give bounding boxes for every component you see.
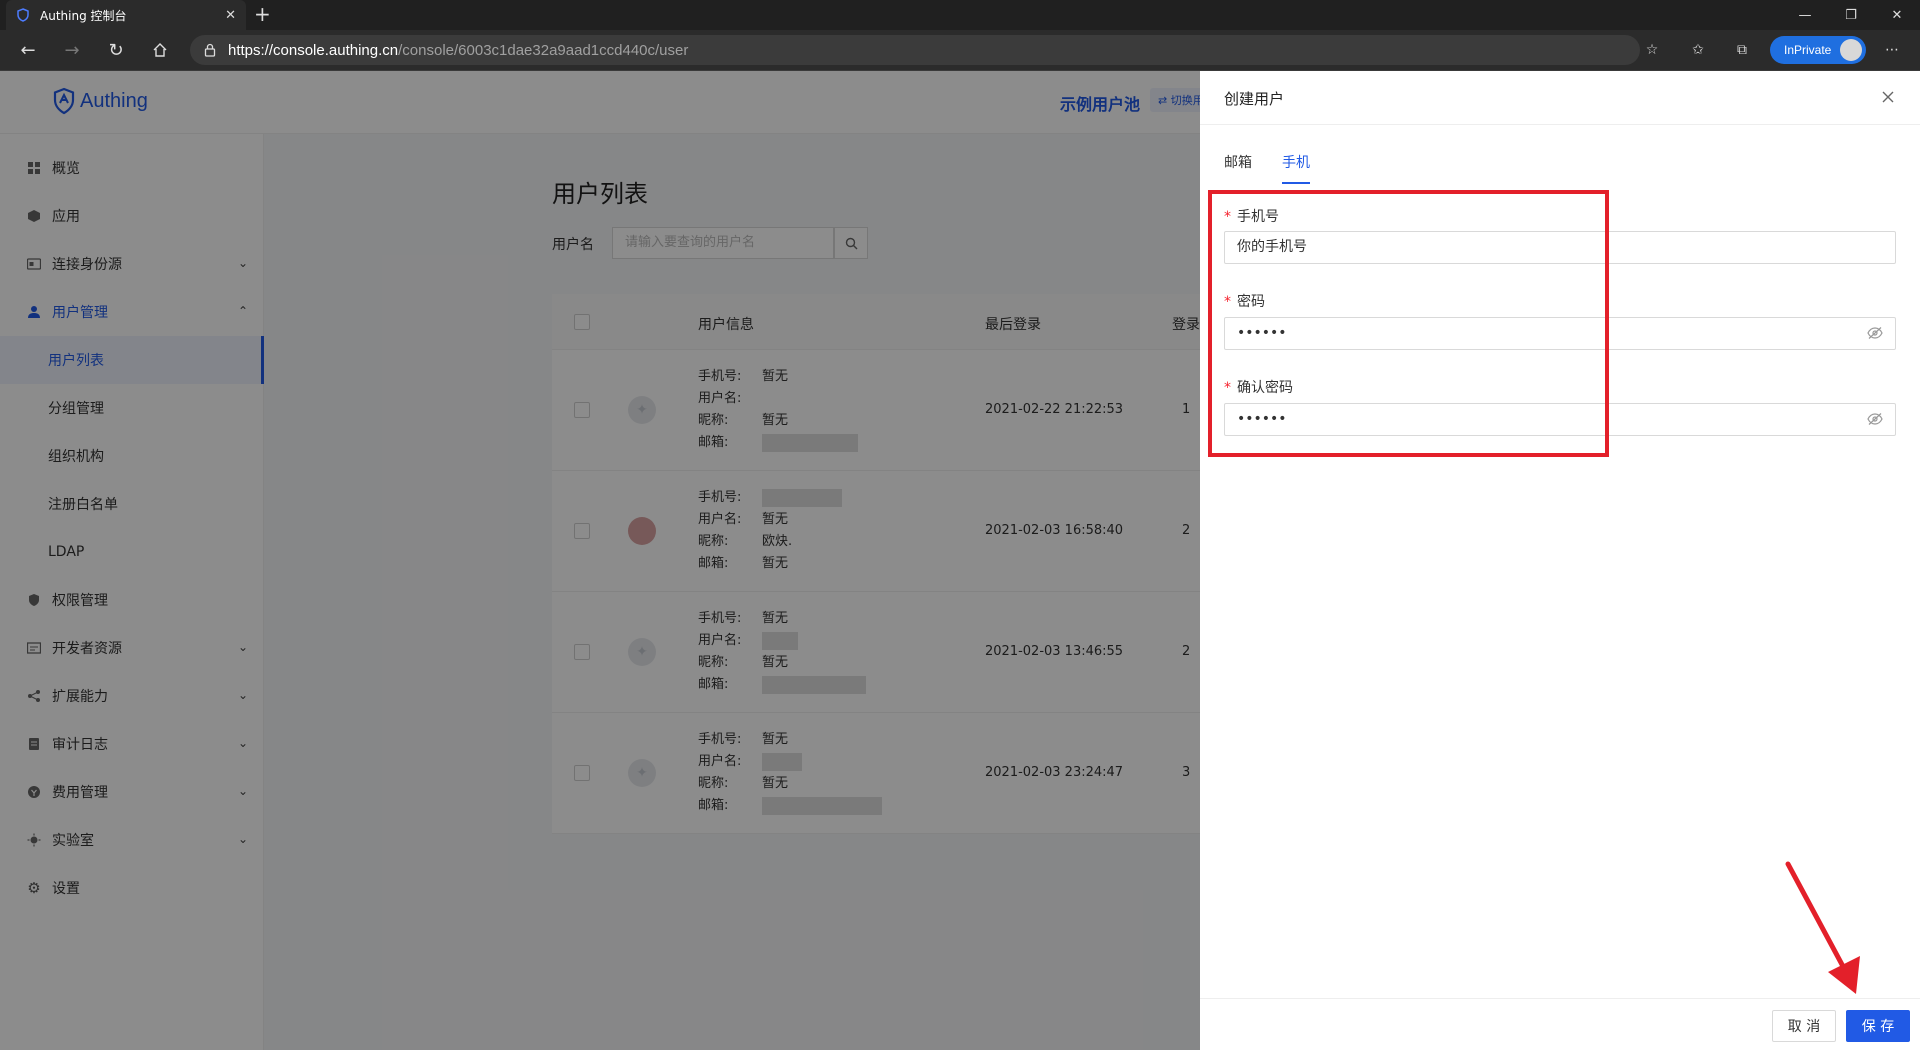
minimize-icon[interactable]: — [1782, 0, 1828, 30]
browser-toolbar: ← → ↻ https://console.authing.cn/console… [0, 30, 1920, 71]
favorite-add-icon[interactable]: ☆ [1640, 38, 1664, 62]
collections-icon[interactable]: ⧉ [1730, 38, 1754, 62]
home-icon[interactable] [148, 38, 172, 62]
profile-avatar [1840, 39, 1862, 61]
more-menu-icon[interactable]: ⋯ [1880, 38, 1904, 62]
forward-icon[interactable]: → [60, 38, 84, 62]
back-icon[interactable]: ← [16, 38, 40, 62]
tab-email[interactable]: 邮箱 [1224, 152, 1252, 184]
new-tab-icon[interactable]: + [254, 4, 271, 24]
form-highlight-box [1208, 190, 1609, 457]
eye-invisible-icon[interactable] [1867, 326, 1883, 340]
drawer-title: 创建用户 [1224, 90, 1285, 108]
cancel-button[interactable]: 取 消 [1772, 1010, 1836, 1042]
close-icon[interactable] [1876, 85, 1900, 109]
tab-close-icon[interactable]: ✕ [225, 8, 236, 23]
drawer-header: 创建用户 [1200, 71, 1920, 125]
drawer-mask[interactable] [0, 71, 1200, 1050]
restore-icon[interactable]: ❐ [1828, 0, 1874, 30]
favorites-icon[interactable]: ✩ [1686, 38, 1710, 62]
reload-icon[interactable]: ↻ [104, 38, 128, 62]
lock-icon [204, 43, 216, 57]
drawer-footer: 取 消 保 存 [1200, 998, 1920, 1050]
eye-invisible-icon[interactable] [1867, 412, 1883, 426]
browser-tab[interactable]: Authing 控制台 ✕ [6, 0, 246, 30]
browser-tab-bar: Authing 控制台 ✕ + — ❐ ✕ [0, 0, 1920, 30]
annotation-arrow-icon [1785, 861, 1860, 994]
save-button[interactable]: 保 存 [1846, 1010, 1910, 1042]
inprivate-badge[interactable]: InPrivate [1770, 36, 1866, 64]
create-user-tabs: 邮箱 手机 [1224, 152, 1340, 184]
tab-phone[interactable]: 手机 [1282, 152, 1310, 184]
url-text: https://console.authing.cn/console/6003c… [228, 41, 689, 59]
authing-favicon-icon [16, 8, 30, 22]
address-bar[interactable]: https://console.authing.cn/console/6003c… [190, 35, 1640, 65]
window-close-icon[interactable]: ✕ [1874, 0, 1920, 30]
tab-title: Authing 控制台 [40, 8, 127, 23]
